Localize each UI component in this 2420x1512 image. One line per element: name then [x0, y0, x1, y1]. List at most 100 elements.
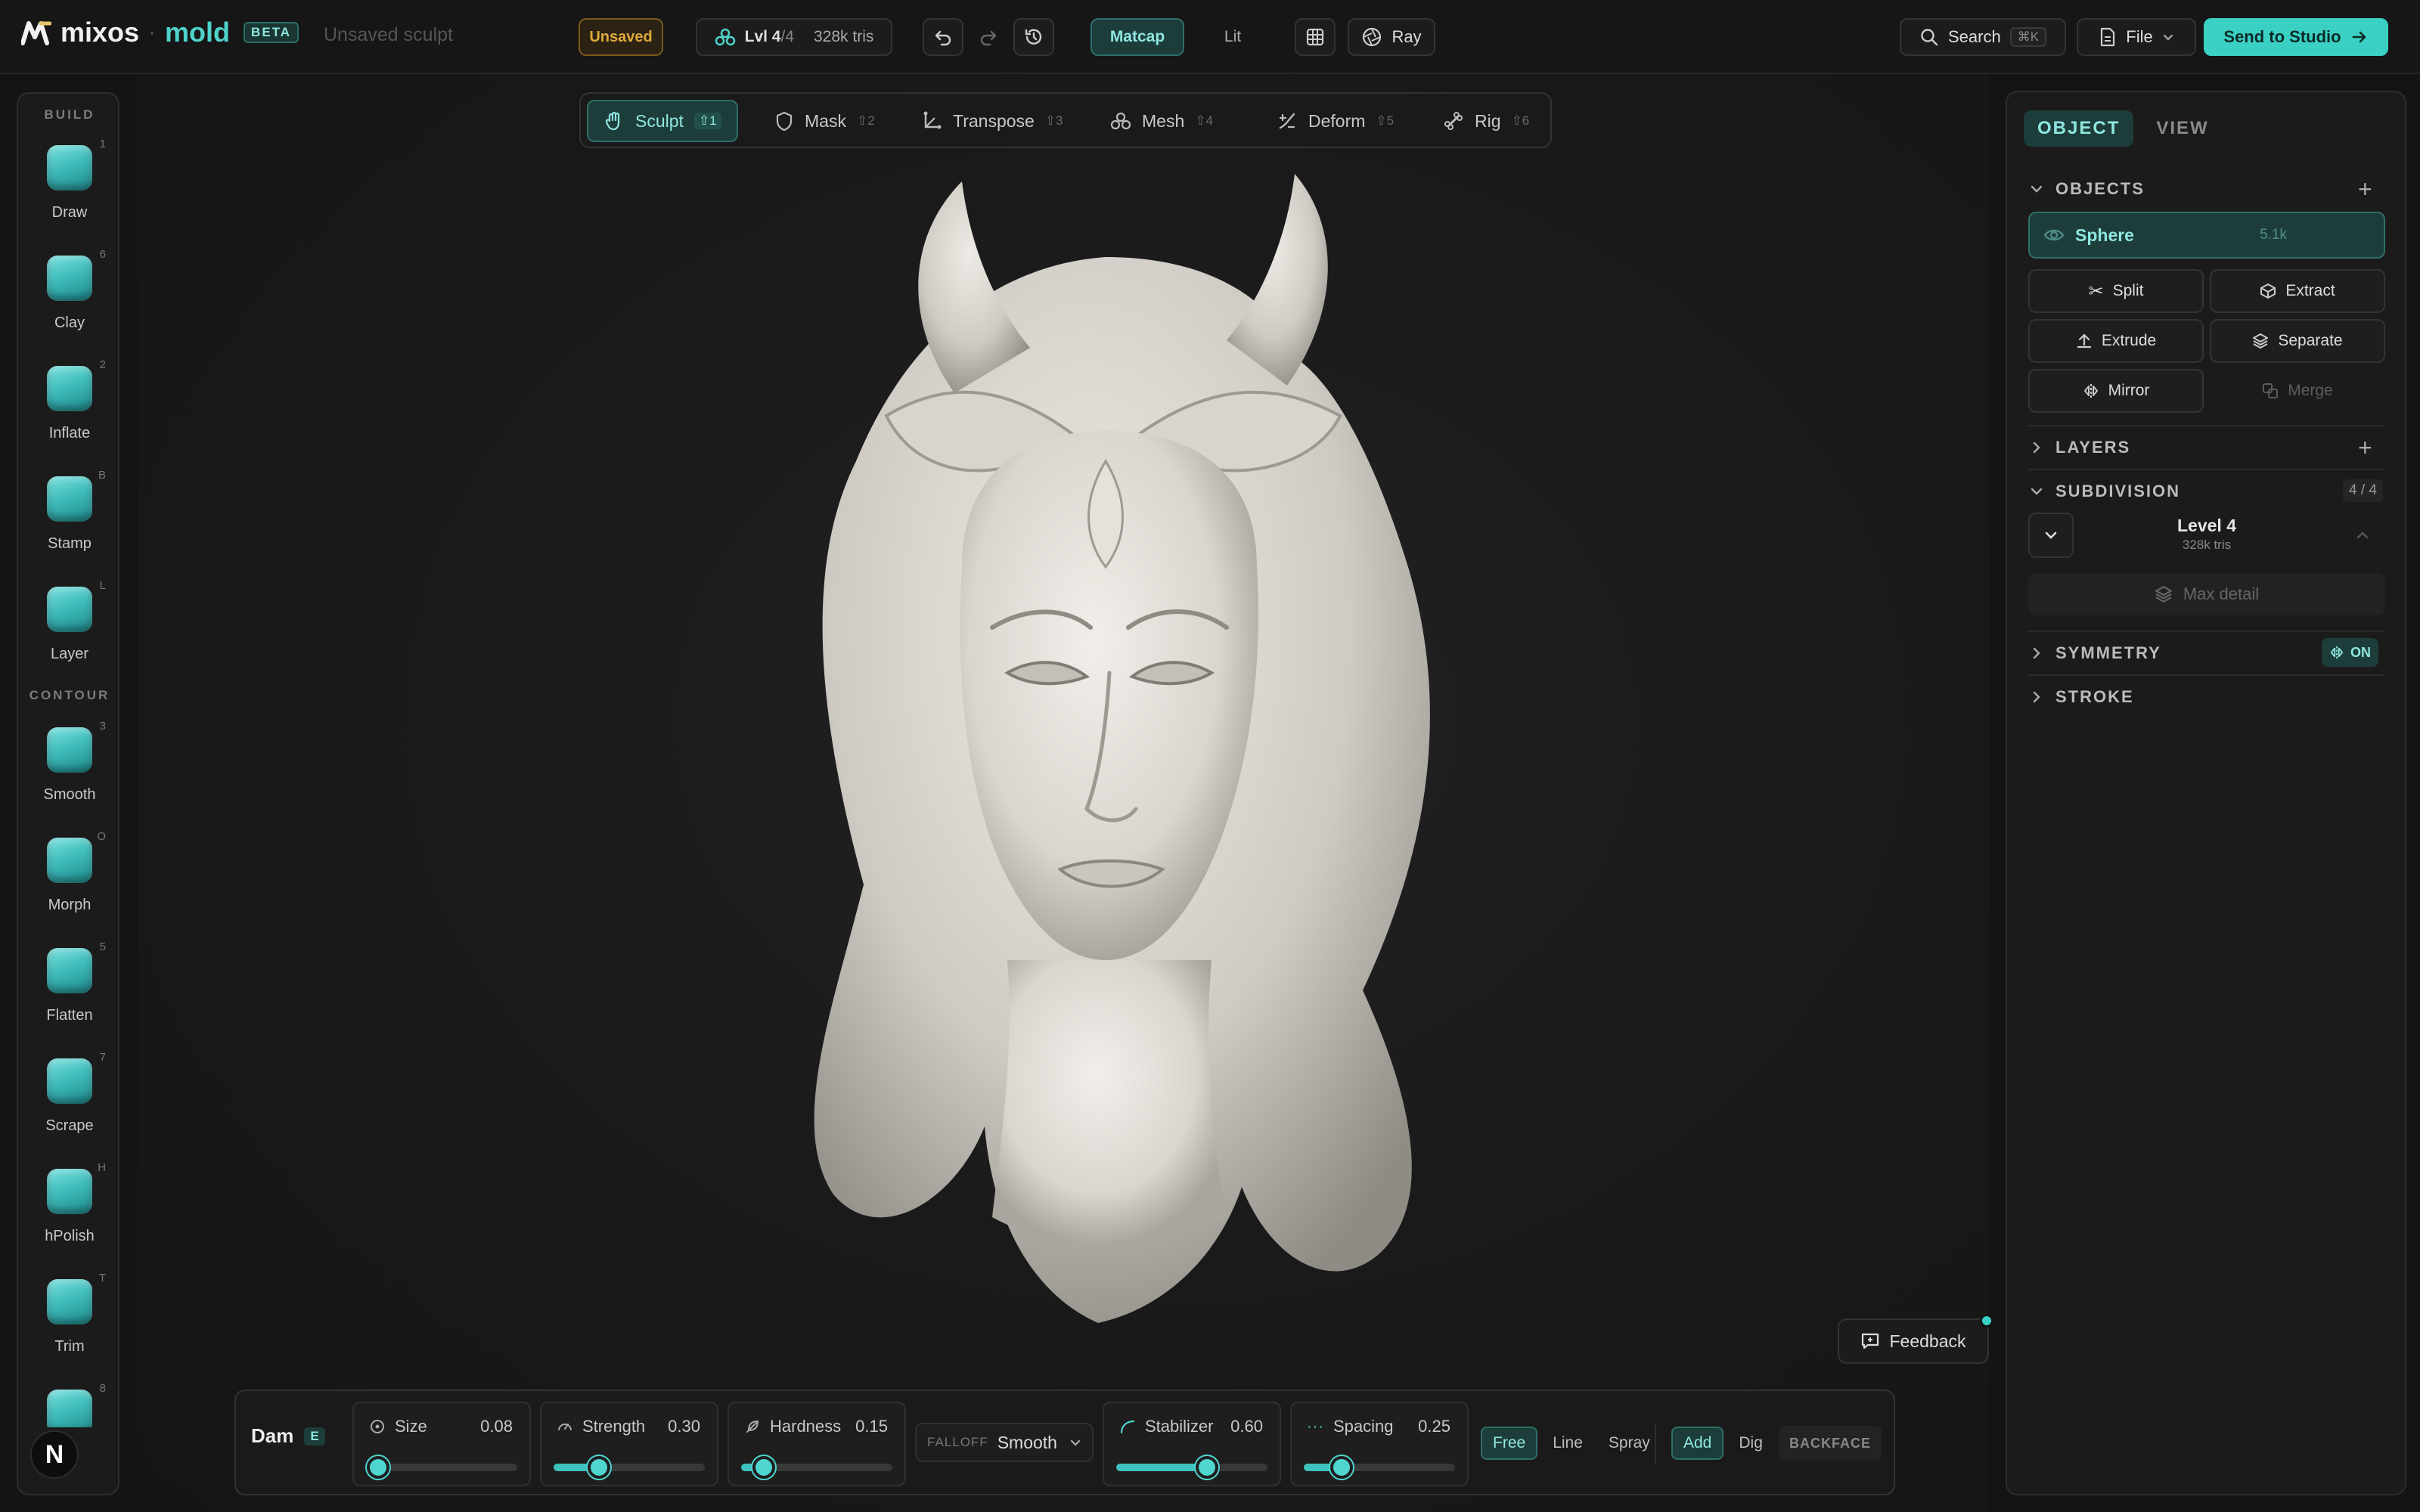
- stroke-mode-spray[interactable]: Spray: [1598, 1428, 1661, 1458]
- stroke-section-header[interactable]: STROKE: [2030, 682, 2134, 712]
- slider-track: [1304, 1456, 1455, 1479]
- level-label: Level 4: [2177, 516, 2236, 535]
- add-object-button[interactable]: +: [2358, 177, 2372, 201]
- subdivide-up-button[interactable]: [2340, 513, 2385, 558]
- tool-trim[interactable]: T Trim: [18, 1272, 121, 1370]
- search-button[interactable]: Search ⌘K: [1900, 18, 2066, 56]
- slider-handle[interactable]: [1196, 1456, 1218, 1479]
- subdivide-down-button[interactable]: [2028, 513, 2074, 558]
- tool-key: 6: [99, 248, 106, 261]
- tool-smooth[interactable]: 3 Smooth: [18, 720, 121, 818]
- history-button[interactable]: [1013, 18, 1054, 56]
- tool-flatten[interactable]: 5 Flatten: [18, 940, 121, 1039]
- extract-button[interactable]: Extract: [2210, 269, 2385, 313]
- tool-morph[interactable]: O Morph: [18, 830, 121, 928]
- add-layer-button[interactable]: +: [2358, 435, 2372, 460]
- file-menu-button[interactable]: File: [2077, 18, 2196, 56]
- tab-transpose[interactable]: Transpose ⇧3: [906, 100, 1078, 142]
- tool-inflate[interactable]: 2 Inflate: [18, 358, 121, 457]
- inflate-brush-icon: [47, 366, 92, 411]
- avatar[interactable]: N: [30, 1430, 79, 1479]
- strength-slider[interactable]: Strength 0.30: [540, 1402, 718, 1486]
- matcap-toggle[interactable]: Matcap: [1091, 18, 1184, 56]
- send-to-studio-button[interactable]: Send to Studio: [2204, 18, 2388, 56]
- tab-object[interactable]: OBJECT: [2024, 110, 2134, 147]
- op-add[interactable]: Add: [1671, 1427, 1724, 1460]
- objects-section-header[interactable]: OBJECTS: [2030, 174, 2145, 204]
- separate-button[interactable]: Separate: [2210, 319, 2385, 363]
- tab-mesh-label: Mesh: [1142, 110, 1185, 131]
- feedback-button[interactable]: Feedback: [1838, 1314, 1993, 1364]
- tool-extra[interactable]: 8: [18, 1382, 121, 1427]
- symmetry-section-header[interactable]: SYMMETRY: [2030, 638, 2161, 668]
- slider-track: [741, 1456, 892, 1479]
- tool-hpolish[interactable]: HhPolish: [18, 1161, 121, 1259]
- document-title[interactable]: Unsaved sculpt: [324, 24, 453, 46]
- tool-clay[interactable]: 6 Clay: [18, 248, 121, 346]
- redo-button[interactable]: [968, 18, 1009, 56]
- grid-toggle[interactable]: [1295, 18, 1336, 56]
- tool-scrape[interactable]: 7 Scrape: [18, 1051, 121, 1149]
- tab-deform-key: ⇧5: [1376, 113, 1395, 128]
- layers-icon: [2155, 586, 2172, 603]
- sculpt-viewport[interactable]: Feedback: [138, 74, 1993, 1512]
- brush-op-group: Add Dig: [1671, 1426, 1773, 1461]
- size-slider[interactable]: Size 0.08: [352, 1402, 531, 1486]
- brush-toolbar: BUILD 1 Draw 6 Clay 2 Inflate B Stamp L Layer…: [17, 92, 119, 1495]
- brush-icon: [47, 1390, 92, 1427]
- hardness-slider[interactable]: Hardness 0.15: [728, 1402, 906, 1486]
- layer-brush-icon: [47, 587, 92, 632]
- clay-brush-icon: [47, 256, 92, 301]
- lit-toggle[interactable]: Lit: [1196, 18, 1269, 56]
- sculpt-model: [814, 174, 1430, 1323]
- chevron-down-icon: [1070, 1439, 1081, 1446]
- split-button[interactable]: ✂ Split: [2028, 269, 2204, 313]
- flatten-brush-icon: [47, 948, 92, 993]
- merge-button[interactable]: Merge: [2210, 369, 2385, 413]
- stroke-mode-line[interactable]: Line: [1542, 1428, 1593, 1458]
- slider-handle[interactable]: [752, 1456, 775, 1479]
- hardness-label: Hardness: [770, 1417, 842, 1436]
- active-brush[interactable]: Dam E: [251, 1424, 325, 1448]
- tool-draw[interactable]: 1 Draw: [18, 138, 121, 236]
- slider-handle[interactable]: [367, 1456, 389, 1479]
- extrude-button[interactable]: Extrude: [2028, 319, 2204, 363]
- eye-icon[interactable]: [2043, 227, 2065, 243]
- spacing-slider[interactable]: ··· Spacing 0.25: [1290, 1402, 1469, 1486]
- falloff-select[interactable]: FALLOFF Smooth: [915, 1423, 1094, 1462]
- stroke-mode-free[interactable]: Free: [1481, 1427, 1538, 1460]
- symmetry-toggle[interactable]: ON: [2322, 638, 2378, 667]
- dots-icon: ···: [1307, 1418, 1324, 1435]
- extrude-label: Extrude: [2101, 332, 2157, 349]
- tab-rig[interactable]: Rig ⇧6: [1428, 100, 1544, 142]
- undo-button[interactable]: [923, 18, 963, 56]
- layers-section-header[interactable]: LAYERS: [2030, 432, 2130, 463]
- tool-stamp[interactable]: B Stamp: [18, 469, 121, 567]
- tab-mask[interactable]: Mask ⇧2: [759, 100, 890, 142]
- tab-deform[interactable]: Deform ⇧5: [1261, 100, 1409, 142]
- tab-mask-label: Mask: [805, 110, 846, 131]
- object-row[interactable]: Sphere 5.1k: [2028, 212, 2385, 259]
- split-label: Split: [2112, 282, 2144, 299]
- subdivision-level-chip[interactable]: Lvl 4/4 328k tris: [696, 18, 892, 56]
- mirror-button[interactable]: Mirror: [2028, 369, 2204, 413]
- op-dig[interactable]: Dig: [1728, 1428, 1773, 1458]
- subdivision-section-header[interactable]: SUBDIVISION: [2030, 476, 2180, 507]
- tool-label: Trim: [54, 1338, 85, 1355]
- slider-handle[interactable]: [1330, 1456, 1353, 1479]
- stabilizer-slider[interactable]: Stabilizer 0.60: [1103, 1402, 1281, 1486]
- max-detail-button[interactable]: Max detail: [2028, 573, 2385, 615]
- mesh-icon: [715, 28, 735, 46]
- morph-brush-icon: [47, 838, 92, 883]
- backface-toggle[interactable]: BACKFACE: [1779, 1426, 1882, 1461]
- tab-mesh[interactable]: Mesh ⇧4: [1095, 100, 1228, 142]
- app-logo[interactable]: mixos · mold BETA: [21, 17, 299, 48]
- tab-sculpt[interactable]: Sculpt ⇧1: [587, 100, 738, 142]
- size-icon: [371, 1420, 384, 1433]
- slider-handle[interactable]: [588, 1456, 610, 1479]
- tool-layer[interactable]: L Layer: [18, 579, 121, 677]
- search-label: Search: [1947, 27, 2001, 46]
- tab-view[interactable]: VIEW: [2142, 110, 2222, 147]
- app-name: mold: [165, 17, 231, 48]
- ray-button[interactable]: Ray: [1348, 18, 1435, 56]
